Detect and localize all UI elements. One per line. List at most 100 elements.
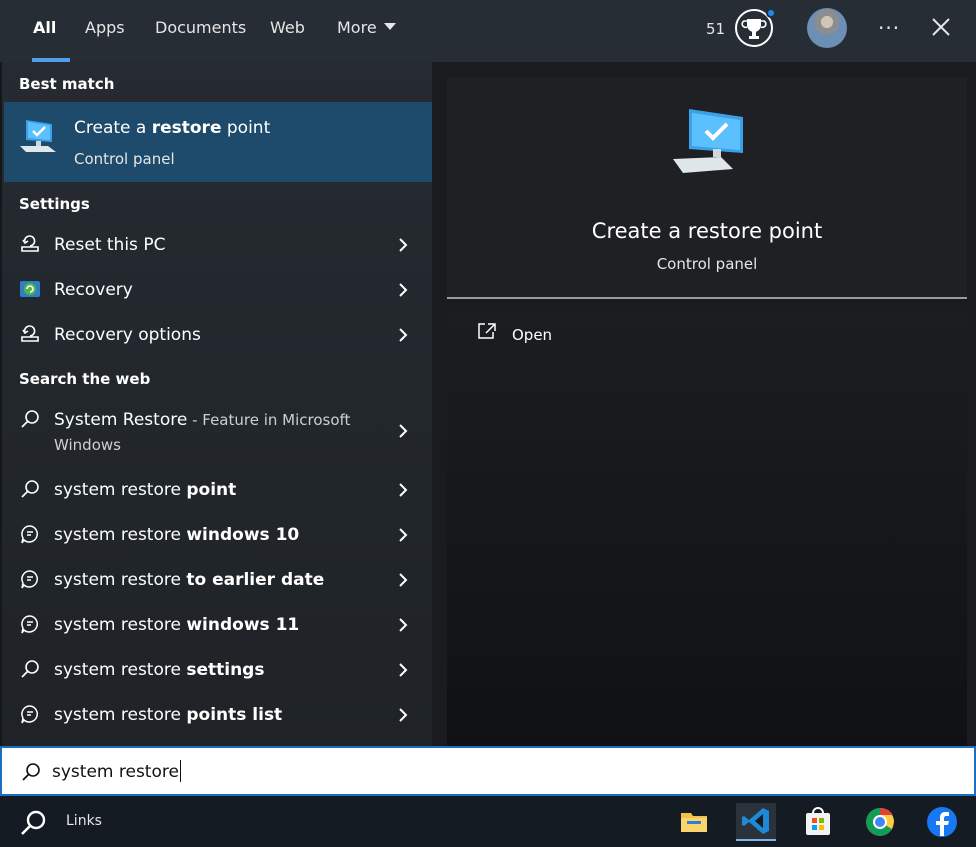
open-action[interactable]: Open — [447, 312, 967, 352]
avatar[interactable] — [807, 8, 847, 48]
file-explorer-icon[interactable] — [674, 803, 714, 841]
search-input-value: system restore — [52, 760, 181, 783]
reset-pc-icon — [19, 233, 41, 255]
search-icon — [20, 761, 42, 783]
best-match-title-bold: restore — [151, 118, 222, 138]
web-result-system-restore[interactable]: System Restore - Feature in Microsoft Wi… — [4, 398, 434, 464]
best-match-title: Create a restore point — [74, 118, 270, 138]
settings-item-label: Recovery options — [54, 325, 201, 345]
search-icon — [19, 478, 41, 500]
chevron-right-icon[interactable] — [396, 706, 410, 724]
web-result-item[interactable]: system restore windows 10 — [4, 513, 434, 558]
preview-pane: Create a restore point Control panel Ope… — [432, 62, 976, 746]
chevron-right-icon[interactable] — [396, 281, 410, 299]
best-match-heading: Best match — [19, 75, 115, 93]
settings-item-label: Reset this PC — [54, 235, 166, 255]
web-result-label: system restore windows 11 — [54, 615, 299, 635]
tab-web[interactable]: Web — [270, 0, 305, 62]
facebook-icon[interactable] — [922, 803, 962, 841]
best-match-item[interactable]: Create a restore point Control panel — [4, 102, 434, 182]
search-web-heading: Search the web — [19, 370, 151, 388]
taskbar-links[interactable]: Links — [66, 813, 102, 829]
chrome-icon[interactable] — [860, 803, 900, 841]
chevron-right-icon[interactable] — [396, 571, 410, 589]
chat-icon — [19, 523, 41, 545]
web-result-pre: system restore — [54, 570, 187, 590]
settings-item-recovery[interactable]: Recovery — [4, 268, 434, 313]
actions-panel — [447, 312, 967, 746]
web-result-pre: system restore — [54, 615, 187, 635]
tab-more[interactable]: More — [337, 0, 396, 62]
chat-icon — [19, 568, 41, 590]
web-result-label: system restore settings — [54, 660, 264, 680]
web-result-item[interactable]: system restore settings — [4, 648, 434, 693]
web-result-bold: to earlier date — [186, 570, 325, 590]
notification-dot — [766, 8, 776, 18]
taskbar: Links — [0, 796, 976, 847]
web-result-item[interactable]: system restore windows 11 — [4, 603, 434, 648]
settings-heading: Settings — [19, 195, 90, 213]
web-result-item[interactable]: system restore points list — [4, 693, 434, 738]
web-result-pre: system restore — [54, 660, 187, 680]
search-icon — [19, 408, 41, 430]
web-result-label: system restore point — [54, 480, 236, 500]
best-match-title-post: point — [221, 118, 271, 138]
web-result-desc: - Feature in Microsoft — [187, 411, 351, 429]
best-match-title-pre: Create a — [74, 118, 152, 138]
web-result-bold: windows 11 — [186, 615, 300, 635]
web-result-label: system restore points list — [54, 705, 282, 725]
monitor-check-icon — [18, 118, 60, 158]
chevron-right-icon[interactable] — [396, 526, 410, 544]
web-result-bold: settings — [186, 660, 265, 680]
chat-icon — [19, 703, 41, 725]
web-result-pre: system restore — [54, 705, 187, 725]
store-icon[interactable] — [798, 803, 838, 841]
web-result-bold: point — [186, 480, 237, 500]
preview-subtitle: Control panel — [656, 255, 758, 273]
chevron-right-icon[interactable] — [396, 236, 410, 254]
rewards-points: 51 — [706, 20, 726, 38]
chevron-right-icon[interactable] — [396, 422, 410, 440]
chevron-right-icon[interactable] — [396, 481, 410, 499]
web-result-label: system restore windows 10 — [54, 525, 299, 545]
recovery-icon — [19, 278, 41, 300]
chevron-down-icon — [383, 23, 396, 30]
web-result-label: System Restore - Feature in Microsoft — [54, 410, 350, 430]
settings-item-reset-this-pc[interactable]: Reset this PC — [4, 223, 434, 268]
taskbar-search-icon[interactable] — [18, 808, 48, 838]
search-input[interactable]: system restore — [0, 746, 976, 796]
tab-more-label: More — [337, 18, 377, 37]
text-caret — [179, 760, 181, 782]
search-value: system restore — [52, 762, 179, 782]
search-header: All Apps Documents Web More 51 ··· — [0, 0, 976, 62]
preview-title: Create a restore point — [591, 219, 823, 243]
chevron-right-icon[interactable] — [396, 616, 410, 634]
web-result-item[interactable]: system restore point — [4, 468, 434, 513]
web-result-bold: windows 10 — [186, 525, 300, 545]
settings-item-recovery-options[interactable]: Recovery options — [4, 313, 434, 358]
web-result-item[interactable]: system restore to earlier date — [4, 558, 434, 603]
monitor-check-icon — [669, 107, 749, 179]
preview-card: Create a restore point Control panel — [447, 77, 967, 299]
vscode-icon[interactable] — [736, 803, 776, 841]
web-result-label: system restore to earlier date — [54, 570, 324, 590]
search-icon — [19, 658, 41, 680]
web-result-pre: system restore — [54, 525, 187, 545]
open-icon — [477, 322, 497, 340]
chat-icon — [19, 613, 41, 635]
more-dots-icon[interactable]: ··· — [878, 16, 900, 40]
web-result-pre: system restore — [54, 480, 187, 500]
results-pane: Best match Create a restore point Contro… — [0, 62, 434, 746]
recovery-options-icon — [19, 323, 41, 345]
close-icon[interactable] — [928, 14, 954, 40]
tab-apps[interactable]: Apps — [85, 0, 125, 62]
tab-all[interactable]: All — [31, 0, 71, 62]
open-label: Open — [512, 326, 553, 344]
chevron-right-icon[interactable] — [396, 326, 410, 344]
web-result-bold: points list — [186, 705, 283, 725]
web-result-title: System Restore — [54, 410, 188, 430]
tab-documents[interactable]: Documents — [155, 0, 246, 62]
web-result-desc-line2: Windows — [54, 436, 121, 454]
divider — [447, 297, 967, 299]
chevron-right-icon[interactable] — [396, 661, 410, 679]
